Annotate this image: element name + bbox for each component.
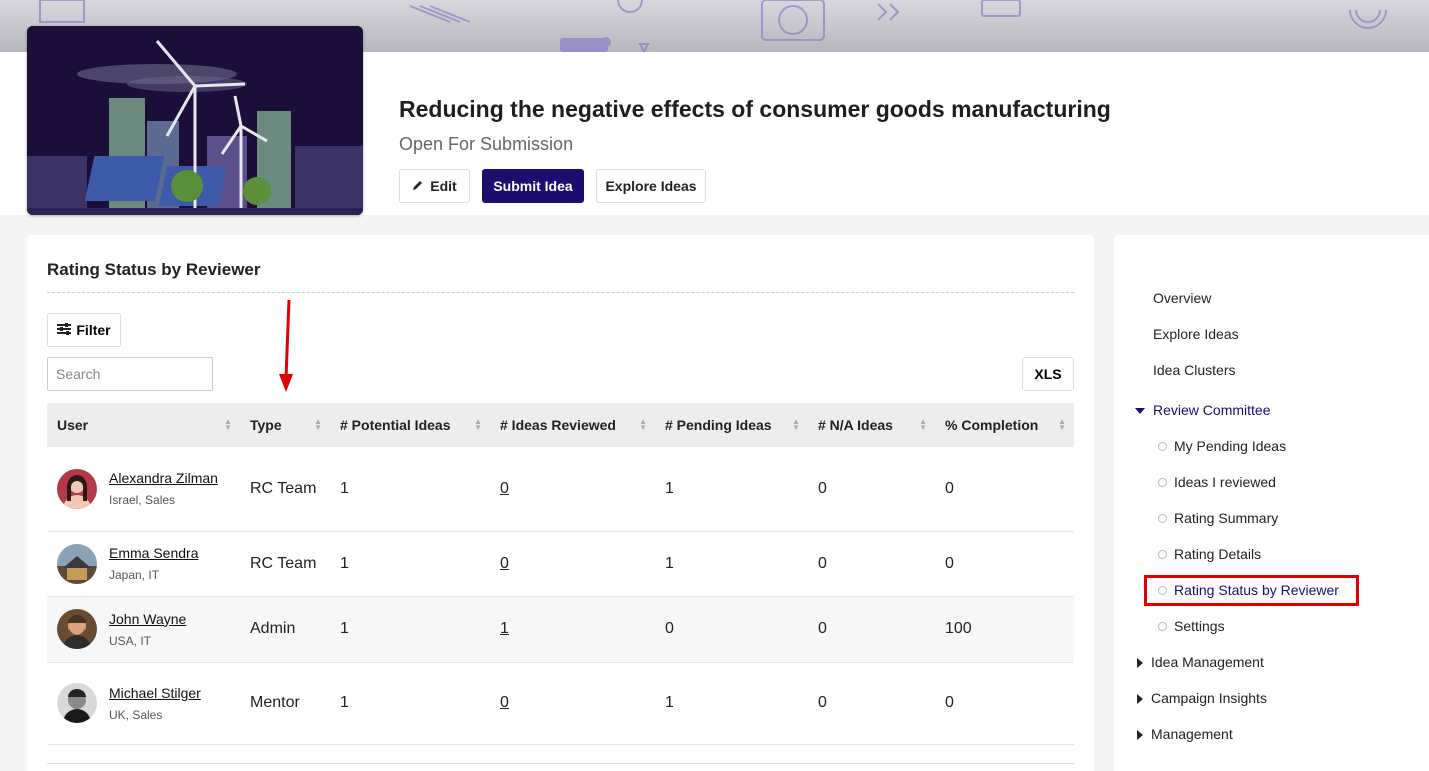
edit-button[interactable]: Edit <box>399 169 470 203</box>
user-location: UK, Sales <box>109 707 163 722</box>
filter-button[interactable]: Filter <box>47 313 121 347</box>
type-cell: Mentor <box>240 662 330 745</box>
sort-icon: ▲ ▼ <box>474 417 482 432</box>
avatar <box>57 468 97 509</box>
nav-review-committee[interactable]: Review Committee <box>1135 402 1270 418</box>
completion-cell: 0 <box>935 447 1074 532</box>
nav-settings[interactable]: Settings <box>1158 618 1225 634</box>
campaign-hero-image <box>27 26 363 215</box>
pending-ideas-cell: 1 <box>655 531 808 597</box>
avatar <box>57 543 97 584</box>
user-location: Japan, IT <box>109 568 160 582</box>
filter-icon <box>57 322 72 338</box>
ideas-reviewed-link[interactable]: 0 <box>500 694 509 711</box>
sort-icon: ▲ ▼ <box>1058 417 1066 432</box>
xls-export-button[interactable]: XLS <box>1022 357 1074 391</box>
user-name-link[interactable]: Michael Stilger <box>109 685 201 702</box>
completion-cell: 0 <box>935 662 1074 745</box>
submit-idea-button[interactable]: Submit Idea <box>482 169 584 203</box>
circle-icon <box>1158 477 1167 487</box>
potential-ideas-cell: 1 <box>330 662 490 745</box>
pending-ideas-cell: 1 <box>655 662 808 745</box>
campaign-title: Reducing the negative effects of consume… <box>399 96 1111 122</box>
sort-icon: ▲ ▼ <box>314 417 322 432</box>
column-header-pending-ideas[interactable]: # Pending Ideas ▲ ▼ <box>655 403 808 447</box>
sort-icon: ▲ ▼ <box>224 417 232 432</box>
campaign-status: Open For Submission <box>399 134 574 154</box>
type-cell: RC Team <box>240 531 330 597</box>
sort-icon: ▲ ▼ <box>919 417 927 432</box>
nav-idea-clusters[interactable]: Idea Clusters <box>1153 362 1235 378</box>
potential-ideas-cell: 1 <box>330 447 490 532</box>
na-ideas-cell: 0 <box>808 596 935 663</box>
caret-right-icon <box>1137 658 1143 669</box>
ideas-reviewed-link[interactable]: 0 <box>500 555 509 572</box>
nav-idea-management[interactable]: Idea Management <box>1137 654 1264 670</box>
explore-ideas-button[interactable]: Explore Ideas <box>596 169 706 203</box>
completion-cell: 100 <box>935 596 1074 663</box>
table-row: John Wayne USA, IT Admin 1 1 0 0 100 <box>47 596 1074 663</box>
user-name-link[interactable]: John Wayne <box>109 611 186 628</box>
pencil-icon <box>412 178 424 194</box>
table-row: Michael Stilger UK, Sales Mentor 1 0 1 0 … <box>47 662 1074 745</box>
user-name-link[interactable]: Emma Sendra <box>109 545 198 562</box>
nav-rating-details[interactable]: Rating Details <box>1158 546 1261 562</box>
nav-management[interactable]: Management <box>1137 726 1233 742</box>
column-header-user[interactable]: User ▲ ▼ <box>47 403 240 447</box>
column-header-type[interactable]: Type ▲ ▼ <box>240 403 330 447</box>
caret-down-icon <box>1135 408 1145 415</box>
column-header-completion[interactable]: % Completion ▲ ▼ <box>935 403 1074 447</box>
rating-status-panel: Rating Status by Reviewer Filter XLS Use… <box>27 235 1094 771</box>
caret-right-icon <box>1137 730 1143 741</box>
table-bottom-divider <box>47 763 1074 764</box>
na-ideas-cell: 0 <box>808 662 935 745</box>
pending-ideas-cell: 0 <box>655 596 808 663</box>
type-cell: RC Team <box>240 447 330 532</box>
potential-ideas-cell: 1 <box>330 531 490 597</box>
nav-ideas-i-reviewed[interactable]: Ideas I reviewed <box>1158 474 1276 490</box>
circle-icon <box>1158 549 1167 559</box>
reviewer-table: User ▲ ▼ Type ▲ ▼ # Potential Ideas ▲ ▼ # Idea… <box>47 403 1074 745</box>
column-header-na-ideas[interactable]: # N/A Ideas ▲ ▼ <box>808 403 935 447</box>
circle-icon <box>1158 513 1167 523</box>
completion-cell: 0 <box>935 531 1074 597</box>
na-ideas-cell: 0 <box>808 447 935 532</box>
table-row: Emma Sendra Japan, IT RC Team 1 0 1 0 0 <box>47 531 1074 597</box>
nav-my-pending-ideas[interactable]: My Pending Ideas <box>1158 438 1286 454</box>
caret-right-icon <box>1137 694 1143 705</box>
column-header-ideas-reviewed[interactable]: # Ideas Reviewed ▲ ▼ <box>490 403 655 447</box>
nav-overview[interactable]: Overview <box>1153 290 1211 306</box>
nav-rating-summary[interactable]: Rating Summary <box>1158 510 1278 526</box>
filter-button-label: Filter <box>76 322 111 338</box>
na-ideas-cell: 0 <box>808 531 935 597</box>
column-header-potential-ideas[interactable]: # Potential Ideas ▲ ▼ <box>330 403 490 447</box>
avatar <box>57 609 97 649</box>
divider <box>47 292 1074 293</box>
user-location: USA, IT <box>109 633 152 648</box>
potential-ideas-cell: 1 <box>330 596 490 663</box>
red-arrow-annotation <box>279 300 293 392</box>
table-row: Alexandra Zilman Israel, Sales RC Team 1 … <box>47 447 1074 532</box>
user-name-link[interactable]: Alexandra Zilman <box>109 470 218 487</box>
table-header-row: User ▲ ▼ Type ▲ ▼ # Potential Ideas ▲ ▼ # Idea… <box>47 403 1074 447</box>
sort-icon: ▲ ▼ <box>792 417 800 432</box>
search-input[interactable] <box>47 357 213 391</box>
circle-icon <box>1158 441 1167 451</box>
nav-explore-ideas[interactable]: Explore Ideas <box>1153 326 1239 342</box>
nav-campaign-insights[interactable]: Campaign Insights <box>1137 690 1267 706</box>
ideas-reviewed-link[interactable]: 1 <box>500 620 509 637</box>
circle-icon <box>1158 621 1167 631</box>
red-highlight-box <box>1144 575 1359 606</box>
panel-title: Rating Status by Reviewer <box>47 260 261 279</box>
type-cell: Admin <box>240 596 330 663</box>
edit-button-label: Edit <box>430 178 457 194</box>
ideas-reviewed-link[interactable]: 0 <box>500 480 509 497</box>
avatar <box>57 683 97 723</box>
sort-icon: ▲ ▼ <box>639 417 647 432</box>
user-location: Israel, Sales <box>109 493 176 508</box>
pending-ideas-cell: 1 <box>655 447 808 532</box>
